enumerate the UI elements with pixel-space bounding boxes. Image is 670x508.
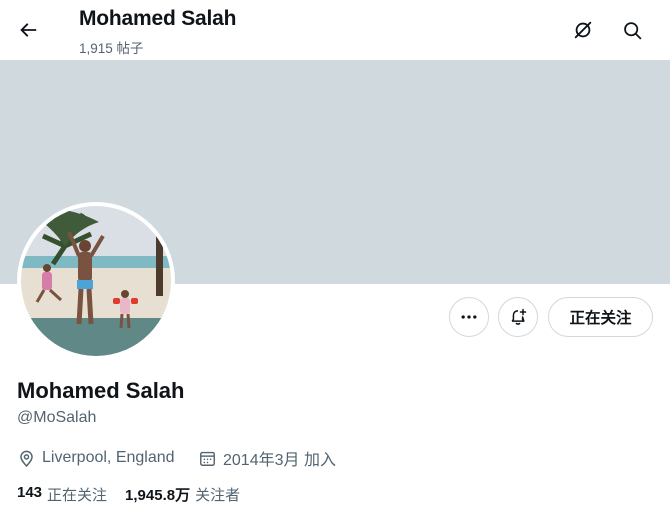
grok-button[interactable] — [565, 12, 601, 48]
followers-count: 1,945.8万 — [125, 487, 191, 504]
following-button[interactable]: 正在关注 — [548, 297, 653, 337]
user-handle: @MoSalah — [17, 409, 97, 426]
following-link[interactable]: 143 正在关注 — [17, 484, 107, 505]
header-title: Mohamed Salah — [79, 7, 237, 30]
more-button[interactable] — [449, 297, 489, 337]
post-count: 1,915 帖子 — [79, 41, 144, 56]
notify-button[interactable] — [498, 297, 538, 337]
followers-label: 关注者 — [195, 487, 241, 504]
join-date-text: 2014年3月 加入 — [223, 452, 336, 469]
bell-plus-icon — [511, 308, 527, 325]
profile-header: Mohamed Salah 1,915 帖子 — [0, 0, 670, 60]
more-dots-icon — [461, 315, 477, 319]
display-name: Mohamed Salah — [17, 378, 185, 403]
search-button[interactable] — [614, 12, 650, 48]
calendar-icon — [200, 451, 215, 466]
avatar-photo — [21, 206, 171, 356]
location: Liverpool, England — [17, 447, 175, 469]
back-button[interactable] — [10, 12, 46, 48]
following-count: 143 — [17, 484, 43, 501]
avatar[interactable] — [17, 202, 175, 360]
follow-stats: 143 正在关注 1,945.8万 关注者 — [17, 484, 258, 505]
search-icon — [623, 21, 641, 39]
join-date: 2014年3月 加入 — [198, 447, 336, 469]
location-pin-icon — [20, 450, 33, 467]
arrow-left-icon — [20, 23, 37, 37]
followers-link[interactable]: 1,945.8万 关注者 — [125, 484, 240, 505]
grok-icon — [574, 21, 592, 39]
location-text: Liverpool, England — [42, 449, 175, 466]
following-label: 正在关注 — [47, 487, 108, 504]
